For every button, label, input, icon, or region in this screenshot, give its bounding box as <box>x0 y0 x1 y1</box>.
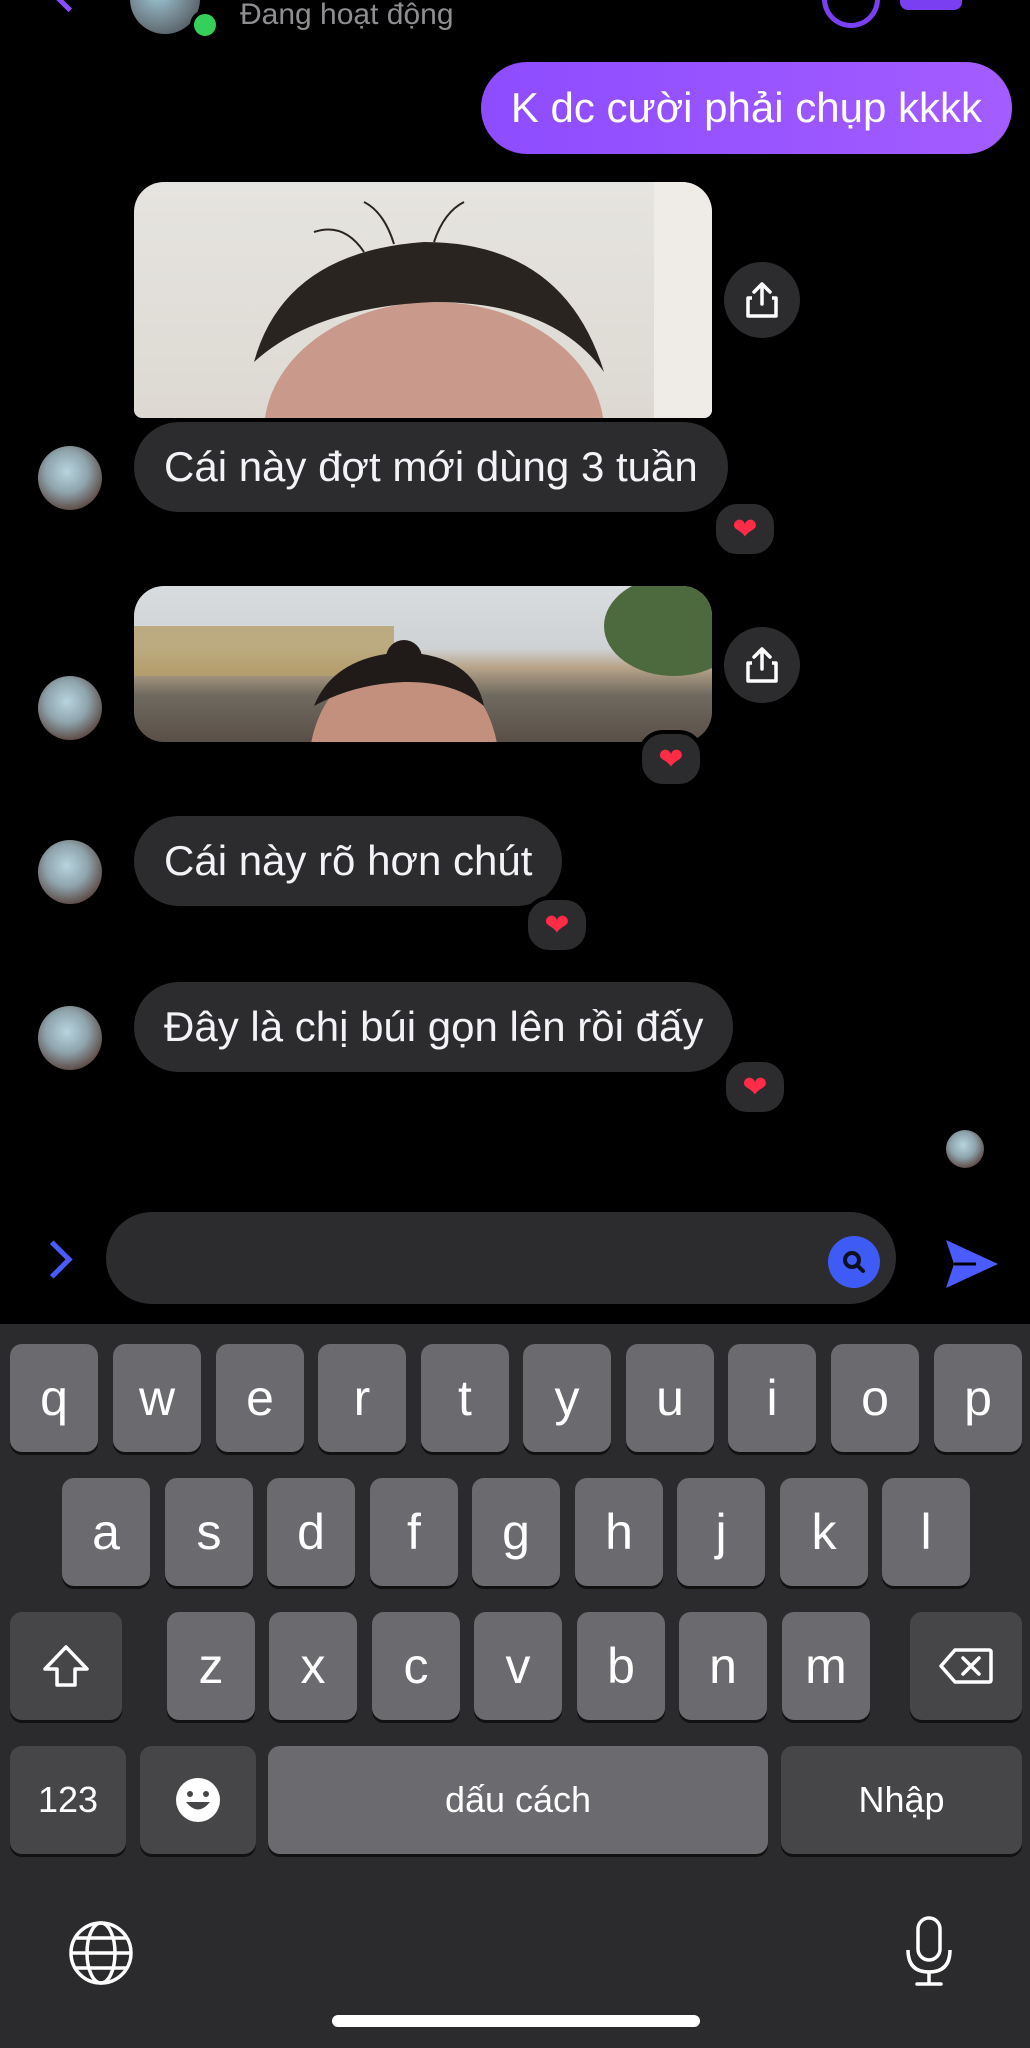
key-l[interactable]: l <box>882 1478 970 1586</box>
share-button[interactable] <box>724 627 800 703</box>
key-a[interactable]: a <box>62 1478 150 1586</box>
emoji-key[interactable] <box>140 1746 256 1854</box>
key-v[interactable]: v <box>474 1612 562 1720</box>
heart-reaction[interactable]: ❤ <box>638 730 704 788</box>
key-s[interactable]: s <box>165 1478 253 1586</box>
key-e[interactable]: e <box>216 1344 304 1452</box>
chevron-right-icon[interactable] <box>34 1240 73 1279</box>
sender-avatar[interactable] <box>38 840 102 904</box>
numbers-key[interactable]: 123 <box>10 1746 126 1854</box>
heart-reaction[interactable]: ❤ <box>712 500 778 558</box>
send-icon[interactable] <box>940 1232 1004 1296</box>
sent-message-bubble[interactable]: K dc cười phải chụp kkkk <box>480 62 1012 154</box>
space-key[interactable]: dấu cách <box>268 1746 768 1854</box>
photo-message[interactable] <box>134 586 712 742</box>
avatar[interactable] <box>130 0 200 34</box>
keyboard: q w e r t y u i o p a s d f g h j k l z … <box>0 1324 1030 2048</box>
video-icon[interactable] <box>900 0 962 10</box>
key-c[interactable]: c <box>372 1612 460 1720</box>
key-t[interactable]: t <box>421 1344 509 1452</box>
key-x[interactable]: x <box>269 1612 357 1720</box>
share-icon <box>746 647 778 683</box>
globe-icon[interactable] <box>68 1920 134 1986</box>
key-n[interactable]: n <box>679 1612 767 1720</box>
key-o[interactable]: o <box>831 1344 919 1452</box>
key-j[interactable]: j <box>677 1478 765 1586</box>
online-status-dot <box>190 10 220 40</box>
heart-icon: ❤ <box>742 1070 768 1104</box>
search-icon <box>843 1251 865 1273</box>
key-p[interactable]: p <box>934 1344 1022 1452</box>
key-r[interactable]: r <box>318 1344 406 1452</box>
key-y[interactable]: y <box>523 1344 611 1452</box>
search-button[interactable] <box>828 1236 880 1288</box>
shift-icon <box>43 1645 89 1687</box>
backspace-icon <box>939 1648 993 1684</box>
message-input[interactable] <box>106 1212 896 1304</box>
key-w[interactable]: w <box>113 1344 201 1452</box>
emoji-icon <box>176 1778 220 1822</box>
photo-content <box>134 586 712 742</box>
key-u[interactable]: u <box>626 1344 714 1452</box>
photo-content <box>254 182 712 418</box>
key-f[interactable]: f <box>370 1478 458 1586</box>
key-m[interactable]: m <box>782 1612 870 1720</box>
key-g[interactable]: g <box>472 1478 560 1586</box>
return-key[interactable]: Nhập <box>781 1746 1022 1854</box>
key-b[interactable]: b <box>577 1612 665 1720</box>
sender-avatar[interactable] <box>38 676 102 740</box>
phone-icon[interactable] <box>822 0 880 28</box>
key-h[interactable]: h <box>575 1478 663 1586</box>
seen-indicator-avatar <box>946 1130 984 1168</box>
backspace-key[interactable] <box>910 1612 1022 1720</box>
heart-icon: ❤ <box>544 908 570 942</box>
key-d[interactable]: d <box>267 1478 355 1586</box>
share-icon <box>746 282 778 318</box>
received-message-bubble[interactable]: Cái này rõ hơn chút <box>134 816 563 906</box>
photo-message[interactable] <box>134 182 712 418</box>
shift-key[interactable] <box>10 1612 122 1720</box>
heart-reaction[interactable]: ❤ <box>722 1058 788 1116</box>
back-chevron-icon[interactable] <box>50 0 87 13</box>
active-status-label: Đang hoạt động <box>240 0 454 31</box>
sender-avatar[interactable] <box>38 1006 102 1070</box>
key-i[interactable]: i <box>728 1344 816 1452</box>
key-k[interactable]: k <box>780 1478 868 1586</box>
received-message-bubble[interactable]: Cái này đợt mới dùng 3 tuần <box>134 422 728 512</box>
microphone-icon[interactable] <box>904 1914 954 1990</box>
key-q[interactable]: q <box>10 1344 98 1452</box>
share-button[interactable] <box>724 262 800 338</box>
received-message-bubble[interactable]: Đây là chị búi gọn lên rồi đấy <box>134 982 734 1072</box>
heart-icon: ❤ <box>732 512 758 546</box>
sender-avatar[interactable] <box>38 446 102 510</box>
home-indicator[interactable] <box>332 2015 700 2027</box>
heart-icon: ❤ <box>658 742 684 776</box>
key-z[interactable]: z <box>167 1612 255 1720</box>
heart-reaction[interactable]: ❤ <box>524 896 590 954</box>
